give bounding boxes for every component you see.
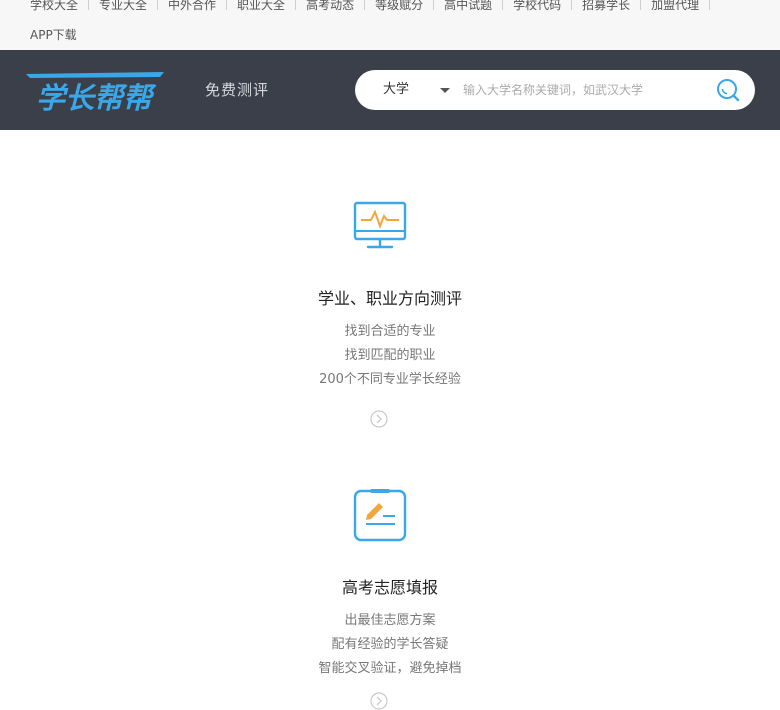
search-input[interactable] [463,78,663,102]
monitor-pulse-icon [353,201,407,249]
feature-line: 找到匹配的职业 [344,348,436,363]
search-box: 大学 [355,70,755,110]
top-link-schools[interactable]: 学校大全 [30,0,78,13]
divider [295,0,297,10]
feature-title: 高考志愿填报 [341,578,438,597]
divider [571,0,573,10]
search-icon[interactable] [715,77,741,103]
feature-title: 学业、职业方向测评 [317,289,462,308]
chevron-right-circle-icon[interactable] [370,692,388,710]
feature-line: 配有经验的学长答疑 [331,637,449,652]
divider [88,0,90,10]
divider [226,0,228,10]
top-link-recruit[interactable]: 招募学长 [582,0,630,13]
site-header: 学长帮帮 免费测评 大学 [0,50,780,130]
feature-line: 出最佳志愿方案 [344,613,436,628]
divider [502,0,504,10]
divider [640,0,642,10]
chevron-down-icon[interactable] [440,88,450,93]
divider [709,0,711,10]
site-logo[interactable]: 学长帮帮 [24,68,166,114]
chevron-right-circle-icon[interactable] [370,410,388,428]
free-test-link[interactable]: 免费测评 [205,79,269,100]
divider [364,0,366,10]
top-links: 学校大全 专业大全 中外合作 职业大全 高考动态 等级赋分 高中试题 学校代码 … [30,0,720,14]
feature-line: 智能交叉验证，避免掉档 [318,661,462,676]
clipboard-pen-icon [353,489,407,542]
top-link-exams[interactable]: 高中试题 [444,0,492,13]
feature-line: 找到合适的专业 [344,324,436,339]
top-link-grading[interactable]: 等级赋分 [375,0,423,13]
top-link-joint[interactable]: 中外合作 [168,0,216,13]
top-link-bar: 学校大全 专业大全 中外合作 职业大全 高考动态 等级赋分 高中试题 学校代码 … [0,0,780,50]
top-link-news[interactable]: 高考动态 [306,0,354,13]
divider [433,0,435,10]
top-link-careers[interactable]: 职业大全 [237,0,285,13]
logo-text: 学长帮帮 [36,81,157,114]
divider [157,0,159,10]
top-link-franchise[interactable]: 加盟代理 [651,0,699,13]
feature-line: 200个不同专业学长经验 [319,372,461,387]
top-link-school-codes[interactable]: 学校代码 [513,0,561,13]
app-download-link[interactable]: APP下载 [30,26,77,43]
top-link-majors[interactable]: 专业大全 [99,0,147,13]
search-type-select[interactable]: 大学 [383,70,409,110]
